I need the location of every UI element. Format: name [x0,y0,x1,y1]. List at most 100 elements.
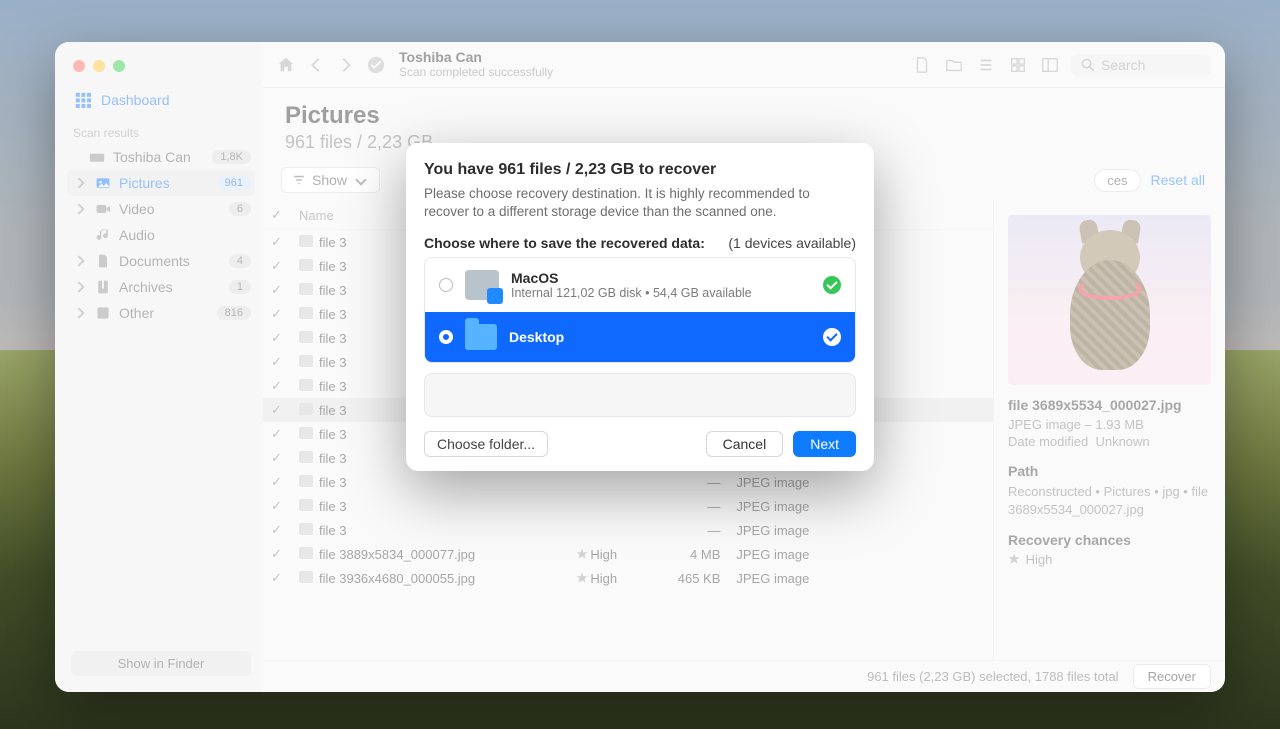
file-thumb-icon [299,427,313,439]
drive-icon [89,149,105,165]
folder-icon[interactable] [945,56,963,74]
row-size: 465 KB [658,566,728,590]
details-chances: High [1008,552,1211,567]
row-checkbox[interactable]: ✓ [271,330,282,345]
pictures-icon [95,175,111,191]
sidebar-item-badge: 1 [229,280,251,294]
row-checkbox[interactable]: ✓ [271,354,282,369]
row-checkbox[interactable]: ✓ [271,522,282,537]
other-icon [95,305,111,321]
toolbar-subtitle: Scan completed successfully [399,66,553,79]
details-chances-label: Recovery chances [1008,532,1211,548]
filter-chip[interactable]: ces [1094,169,1140,192]
table-row[interactable]: ✓ file 3 — JPEG image [263,470,993,494]
sidebar-item-label: Audio [119,227,251,243]
back-icon[interactable] [307,56,325,74]
row-checkbox[interactable]: ✓ [271,426,282,441]
table-row[interactable]: ✓ file 3936x4680_000055.jpg High 465 KB … [263,566,993,590]
destination-macos-name: MacOS [511,270,811,286]
window-controls [73,60,255,72]
row-name: file 3 [319,499,346,514]
show-dropdown[interactable]: Show [281,167,380,193]
star-icon [576,548,588,560]
footer: 961 files (2,23 GB) selected, 1788 files… [263,660,1225,692]
forward-icon[interactable] [337,56,355,74]
row-size: — [658,518,728,542]
file-thumb-icon [299,283,313,295]
recover-button[interactable]: Recover [1133,664,1211,689]
check-circle-icon [823,276,841,294]
row-name: file 3889x5834_000077.jpg [319,547,475,562]
row-checkbox[interactable]: ✓ [271,282,282,297]
destination-macos-sub: Internal 121,02 GB disk • 54,4 GB availa… [511,286,811,300]
details-meta2: Date modified Unknown [1008,434,1211,449]
close-dot[interactable] [73,60,85,72]
radio-unselected[interactable] [439,278,453,292]
row-name: file 3 [319,283,346,298]
row-checkbox[interactable]: ✓ [271,498,282,513]
next-button[interactable]: Next [793,431,856,457]
sidebar-dashboard-label: Dashboard [101,92,247,108]
table-row[interactable]: ✓ file 3 — JPEG image [263,494,993,518]
sidebar-dashboard[interactable]: Dashboard [67,86,255,114]
file-icon[interactable] [913,56,931,74]
row-name: file 3 [319,403,346,418]
chevron-right-icon [73,255,84,266]
sidebar-item-label: Video [119,201,221,217]
file-thumb-icon [299,451,313,463]
destination-path-bar[interactable] [424,373,856,417]
sidebar-drive[interactable]: Toshiba Can 1,8K [67,144,255,170]
sidebar-item-other[interactable]: Other816 [67,300,255,326]
cancel-button[interactable]: Cancel [706,431,784,457]
toolbar: Toshiba Can Scan completed successfully … [263,42,1225,88]
row-checkbox[interactable]: ✓ [271,258,282,273]
row-checkbox[interactable]: ✓ [271,570,282,585]
chevron-right-icon [73,177,84,188]
destination-macos[interactable]: MacOS Internal 121,02 GB disk • 54,4 GB … [425,258,855,312]
minimize-dot[interactable] [93,60,105,72]
search-field[interactable]: Search [1071,54,1211,76]
list-view-icon[interactable] [977,56,995,74]
show-in-finder-button[interactable]: Show in Finder [71,651,251,676]
sidebar-item-badge: 816 [217,306,251,320]
zoom-dot[interactable] [113,60,125,72]
sidebar-item-video[interactable]: Video6 [67,196,255,222]
row-kind: JPEG image [728,542,993,566]
row-chance: High [568,566,658,590]
devices-count: (1 devices available) [728,235,856,251]
reset-all-link[interactable]: Reset all [1151,172,1205,188]
file-thumb-icon [299,403,313,415]
row-checkbox[interactable]: ✓ [271,450,282,465]
chevron-right-icon [73,307,84,318]
column-view-icon[interactable] [1041,56,1059,74]
disk-icon [465,270,499,300]
row-name: file 3 [319,427,346,442]
table-row[interactable]: ✓ file 3 — JPEG image [263,518,993,542]
grid-view-icon[interactable] [1009,56,1027,74]
folder-icon [465,324,497,350]
sidebar-item-pictures[interactable]: Pictures961 [67,170,255,196]
sidebar-section-label: Scan results [73,126,255,140]
table-row[interactable]: ✓ file 3889x5834_000077.jpg High 4 MB JP… [263,542,993,566]
destination-desktop[interactable]: Desktop [425,312,855,362]
destination-desktop-name: Desktop [509,329,811,345]
row-checkbox[interactable]: ✓ [271,546,282,561]
row-checkbox[interactable]: ✓ [271,234,282,249]
select-all-checkbox[interactable]: ✓ [271,207,282,222]
row-checkbox[interactable]: ✓ [271,402,282,417]
row-name: file 3 [319,523,346,538]
sidebar-item-badge: 4 [229,254,251,268]
row-name: file 3 [319,475,346,490]
sidebar-item-label: Documents [119,253,221,269]
documents-icon [95,253,111,269]
radio-selected[interactable] [439,330,453,344]
row-kind: JPEG image [728,494,993,518]
sidebar-item-archives[interactable]: Archives1 [67,274,255,300]
choose-folder-button[interactable]: Choose folder... [424,431,548,457]
row-checkbox[interactable]: ✓ [271,306,282,321]
home-icon[interactable] [277,56,295,74]
row-checkbox[interactable]: ✓ [271,474,282,489]
sidebar-item-documents[interactable]: Documents 4 [67,248,255,274]
row-checkbox[interactable]: ✓ [271,378,282,393]
sidebar-item-audio[interactable]: Audio [67,222,255,248]
